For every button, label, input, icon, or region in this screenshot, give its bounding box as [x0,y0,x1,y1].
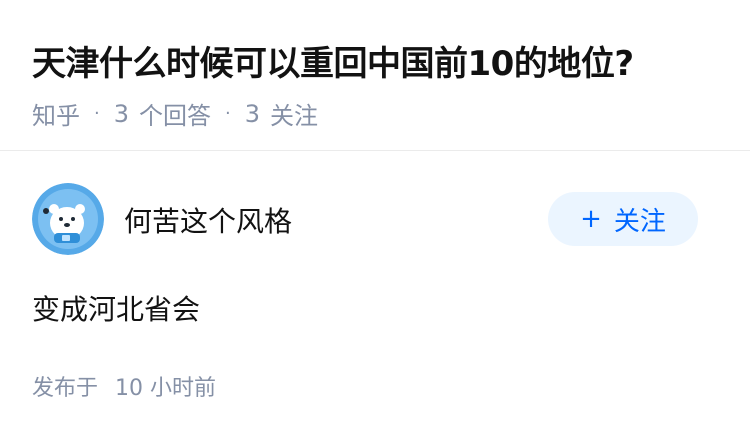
publish-time: 发布于 10 小时前 [32,370,216,402]
follow-count: 3 [244,99,261,128]
answer-page: 天津什么时候可以重回中国前10的地位? 知乎 · 3 个回答 · 3 关注 何苦… [0,0,750,434]
polar-bear-avatar-icon[interactable] [32,183,104,255]
follow-button[interactable]: + 关注 [548,192,698,246]
answer-count: 3 [113,99,130,128]
follow-button-label: 关注 [613,206,666,237]
question-title[interactable]: 天津什么时候可以重回中国前10的地位? [32,36,634,85]
author-name[interactable]: 何苦这个风格 [124,200,292,240]
meta-separator: · [225,103,231,124]
answer-count-label[interactable]: 个回答 [139,96,211,131]
source-label[interactable]: 知乎 [32,96,80,131]
question-meta: 知乎 · 3 个回答 · 3 关注 [32,96,318,131]
follow-count-label: 关注 [270,102,319,130]
publish-label: 发布于 [32,376,99,401]
answer-content: 变成河北省会 [32,293,201,326]
publish-time-value: 10 小时前 [115,376,217,401]
plus-icon: + [580,204,602,234]
meta-separator: · [94,103,100,124]
divider [0,150,750,151]
